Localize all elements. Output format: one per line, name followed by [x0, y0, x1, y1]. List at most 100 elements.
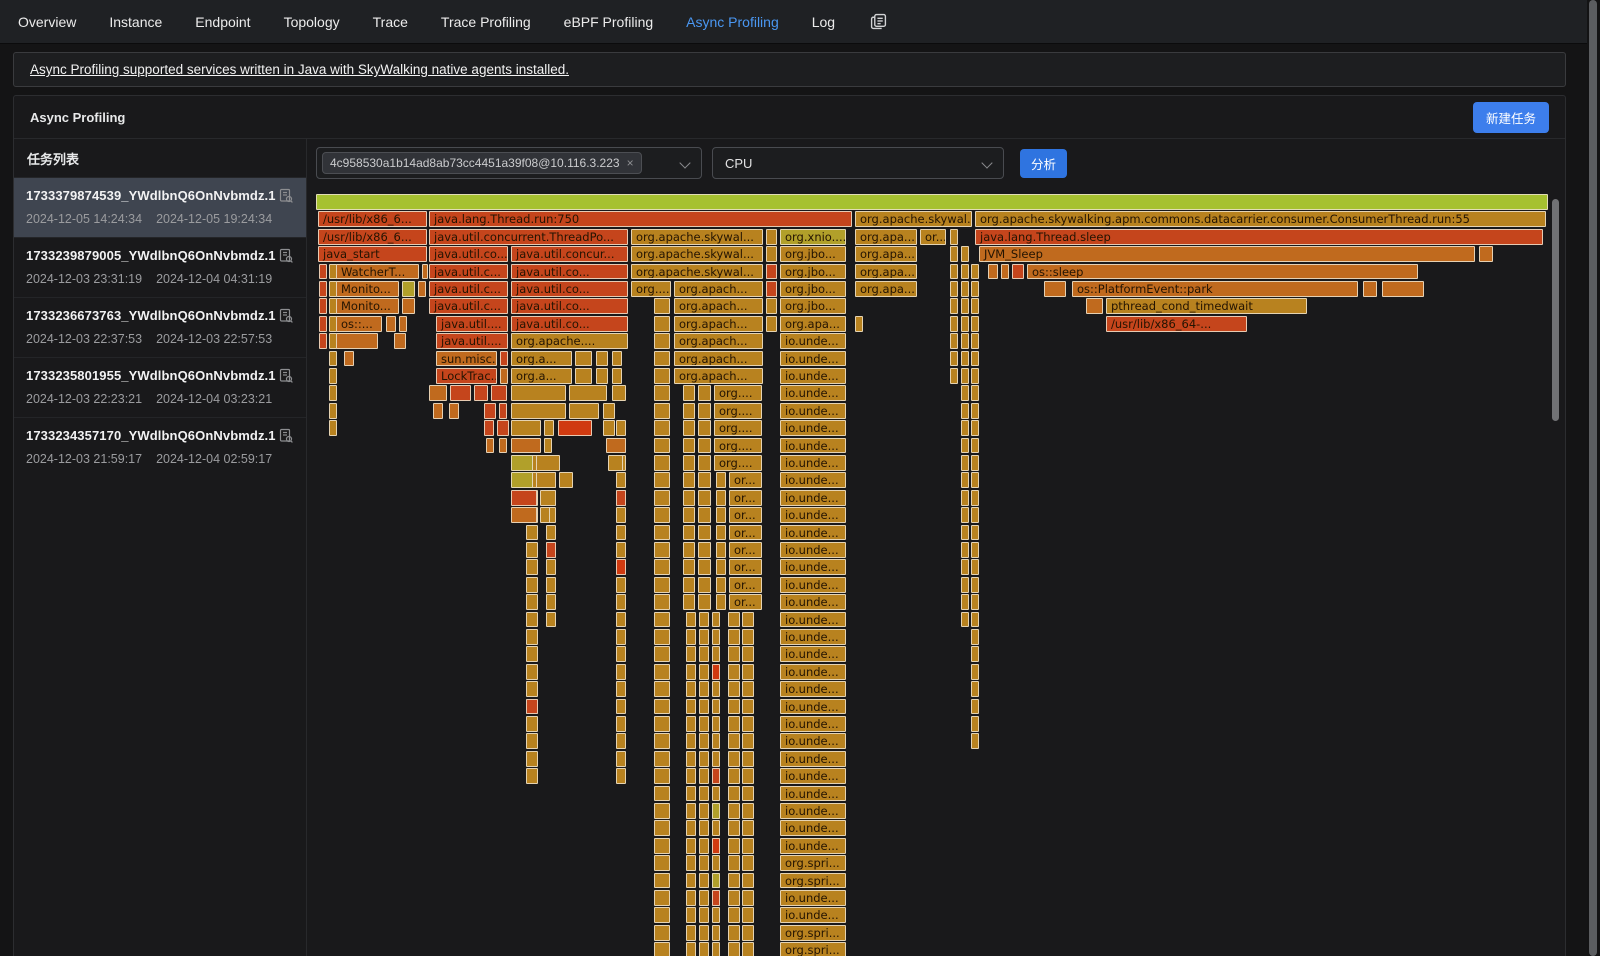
flame-frame[interactable]: io.unde... [780, 699, 846, 715]
flame-frame[interactable] [971, 316, 979, 332]
flame-frame[interactable] [686, 699, 696, 715]
flame-frame[interactable] [716, 542, 726, 558]
flame-frame[interactable] [698, 559, 711, 575]
flame-frame[interactable] [742, 855, 754, 871]
flame-frame[interactable] [699, 855, 709, 871]
flame-frame[interactable] [616, 525, 626, 541]
flame-frame[interactable] [654, 298, 670, 314]
flame-frame[interactable] [683, 577, 695, 593]
flame-frame[interactable] [654, 768, 670, 784]
flame-frame[interactable] [654, 681, 670, 697]
flame-frame[interactable] [766, 229, 777, 245]
flame-frame[interactable] [329, 403, 337, 419]
flame-frame[interactable]: io.unde... [780, 420, 846, 436]
view-detail-icon[interactable] [278, 428, 294, 444]
flame-frame[interactable] [950, 351, 958, 367]
flame-frame[interactable]: org.spri... [780, 925, 846, 941]
flame-frame[interactable]: io.unde... [780, 890, 846, 906]
nav-tab-trace[interactable]: Trace [373, 14, 408, 30]
flame-frame[interactable]: or... [729, 594, 762, 610]
flame-frame[interactable] [546, 542, 556, 558]
flame-frame[interactable] [654, 942, 670, 956]
flame-frame[interactable]: org.jbo... [780, 264, 846, 280]
flame-scrollbar-thumb[interactable] [1552, 199, 1559, 421]
flame-frame[interactable] [961, 542, 969, 558]
flame-frame[interactable] [654, 786, 670, 802]
flame-frame[interactable] [961, 438, 969, 454]
flame-frame[interactable]: org.a... [511, 351, 572, 367]
flame-frame[interactable] [728, 699, 740, 715]
flame-frame[interactable] [319, 316, 327, 332]
flame-frame[interactable] [1044, 281, 1066, 297]
flame-frame[interactable] [1479, 246, 1493, 262]
flame-frame[interactable]: pthread_cond_timedwait [1106, 298, 1307, 314]
flame-frame[interactable] [971, 472, 979, 488]
flame-frame[interactable] [716, 490, 726, 506]
flame-frame[interactable] [394, 333, 406, 349]
flame-frame[interactable] [716, 594, 726, 610]
flame-frame[interactable]: org.apa... [855, 229, 917, 245]
close-icon[interactable]: × [627, 156, 634, 170]
flame-frame[interactable]: or... [920, 229, 946, 245]
flame-frame[interactable] [698, 385, 711, 401]
flame-frame[interactable] [961, 490, 969, 506]
flame-frame[interactable] [544, 438, 552, 454]
flame-frame[interactable] [961, 559, 969, 575]
flame-frame[interactable] [422, 264, 428, 280]
flame-frame[interactable]: org.spri... [780, 855, 846, 871]
flame-frame[interactable]: /usr/lib/x86_6... [318, 229, 427, 245]
flame-frame[interactable] [961, 507, 969, 523]
flame-frame[interactable] [612, 385, 626, 401]
flame-frame[interactable] [654, 612, 670, 628]
flame-frame[interactable] [686, 629, 696, 645]
flame-frame[interactable] [683, 559, 695, 575]
nav-tab-instance[interactable]: Instance [109, 14, 162, 30]
flame-frame[interactable] [712, 890, 720, 906]
flame-frame[interactable] [728, 803, 740, 819]
flame-frame[interactable] [988, 264, 998, 280]
flame-frame[interactable] [546, 559, 556, 575]
flame-frame[interactable] [654, 855, 670, 871]
flame-frame[interactable] [971, 420, 979, 436]
banner-link[interactable]: Async Profiling supported services writt… [30, 62, 569, 77]
flame-frame[interactable] [616, 507, 626, 523]
flame-frame[interactable] [654, 646, 670, 662]
flame-frame[interactable] [526, 594, 538, 610]
flame-frame[interactable] [728, 681, 740, 697]
flame-frame[interactable] [329, 368, 337, 384]
flame-frame[interactable] [418, 281, 426, 297]
flame-frame[interactable] [511, 403, 566, 419]
flame-frame[interactable] [699, 699, 709, 715]
flame-frame[interactable] [742, 820, 754, 836]
flame-frame[interactable]: Monito... [336, 298, 399, 314]
flame-frame[interactable] [742, 699, 754, 715]
flame-frame[interactable]: java.util.co... [429, 246, 508, 262]
flame-frame[interactable] [654, 368, 670, 384]
flame-frame[interactable] [316, 194, 1548, 210]
page-scrollbar-thumb[interactable] [1589, 0, 1597, 956]
flame-frame[interactable]: java.lang.Thread.run:750 [429, 211, 852, 227]
flame-frame[interactable] [654, 820, 670, 836]
flame-frame[interactable] [433, 403, 443, 419]
flame-frame[interactable] [728, 925, 740, 941]
flame-frame[interactable] [742, 768, 754, 784]
flame-frame[interactable] [612, 368, 622, 384]
flame-frame[interactable] [971, 385, 979, 401]
flame-frame[interactable]: java.util.c... [429, 281, 508, 297]
flame-frame[interactable]: io.unde... [780, 333, 846, 349]
flame-frame[interactable] [686, 838, 696, 854]
flame-frame[interactable]: or... [729, 542, 762, 558]
flame-frame[interactable] [698, 455, 711, 471]
nav-tab-topology[interactable]: Topology [284, 14, 340, 30]
flame-frame[interactable]: io.unde... [780, 368, 846, 384]
flame-frame[interactable] [616, 542, 626, 558]
flame-frame[interactable]: io.unde... [780, 490, 846, 506]
flame-frame[interactable] [616, 420, 626, 436]
flame-frame[interactable] [616, 681, 626, 697]
flame-frame[interactable] [712, 681, 720, 697]
flame-frame[interactable] [654, 751, 670, 767]
flame-frame[interactable] [526, 664, 538, 680]
flame-frame[interactable]: org.apa... [855, 281, 917, 297]
flame-frame[interactable] [683, 403, 695, 419]
flame-frame[interactable] [742, 629, 754, 645]
